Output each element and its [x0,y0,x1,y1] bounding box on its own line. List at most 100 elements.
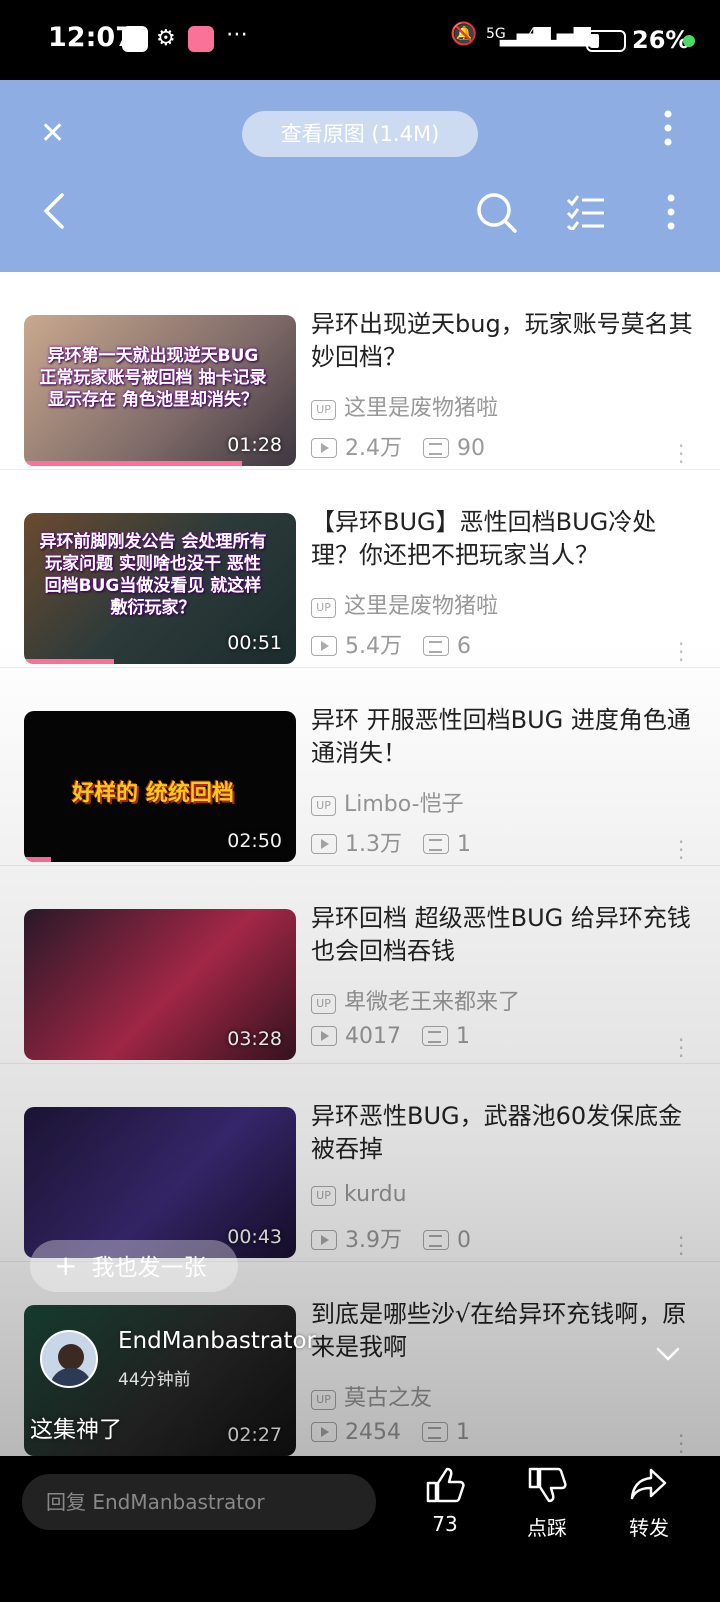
mute-icon: 🔕 [450,22,478,47]
item-more-icon[interactable]: · · · [678,1426,684,1456]
video-stats: 4017 1 [311,1024,470,1049]
up-badge-icon: UP [311,400,336,420]
close-icon[interactable]: ✕ [40,116,65,151]
danmaku-icon [421,1422,448,1442]
video-duration: 03:28 [227,1028,282,1050]
battery-level: 26% [632,26,690,54]
top-bar: ✕ [0,80,720,272]
thumbnail-caption: 异环第一天就出现逆天BUG 正常玩家账号被回档 抽卡记录显示存在 角色池里却消失… [39,346,267,410]
item-more-icon[interactable]: · · · [678,1228,684,1264]
search-icon[interactable] [476,192,518,238]
uploader[interactable]: UP Limbo-恺子 [311,786,464,818]
status-bar: 12:07 ⚙ ⋯ 🔕 5G ▂▄▆ 4G ▂▄▆ 26% [0,0,720,80]
video-title[interactable]: 异环出现逆天bug，玩家账号莫名其妙回档？ [311,308,701,374]
play-count-icon [311,438,337,458]
play-count-icon [311,834,337,854]
video-title[interactable]: 异环回档 超级恶性BUG 给异环充钱也会回档吞钱 [311,902,701,968]
watch-progress [24,659,114,664]
video-thumbnail[interactable]: 03:28 [24,909,296,1060]
uploader[interactable]: UP 莫古之友 [311,1380,432,1412]
uploader[interactable]: UP kurdu [311,1182,407,1207]
view-count: 4017 [345,1024,401,1049]
video-duration: 00:51 [227,632,282,654]
video-stats: 5.4万 6 [311,628,471,660]
danmaku-count: 1 [455,1024,470,1049]
item-more-icon[interactable]: · · · [678,832,684,868]
thumbs-up-icon [400,1466,490,1508]
item-more-icon[interactable]: · · · [678,436,684,472]
like-count: 73 [432,1512,458,1536]
view-count: 1.3万 [345,832,402,857]
video-item[interactable]: 03:28 异环回档 超级恶性BUG 给异环充钱也会回档吞钱 UP 卑微老王来都来… [0,866,720,1066]
privacy-dot-icon [683,35,695,47]
video-stats: 1.3万 1 [311,826,471,858]
play-count-icon [311,1230,337,1250]
poster-username[interactable]: EndManbastrator [118,1328,316,1354]
dislike-label: 点踩 [527,1516,567,1540]
video-thumbnail[interactable]: 异环第一天就出现逆天BUG 正常玩家账号被回档 抽卡记录显示存在 角色池里却消失… [24,315,296,466]
view-count: 2454 [345,1420,401,1445]
chevron-down-icon[interactable] [656,1346,680,1370]
video-thumbnail[interactable]: 好样的 统统回档 02:50 [24,711,296,862]
uploader-name: kurdu [344,1182,407,1207]
bilibili-icon [188,26,214,52]
watch-progress [24,857,52,862]
share-icon [604,1466,694,1508]
thumbnail-caption: 异环前脚刚发公告 会处理所有玩家问题 实则啥也没干 恶性回档BUG当做没看见 就… [39,532,267,618]
video-stats: 3.9万 0 [311,1222,471,1254]
video-duration: 00:43 [227,1226,282,1248]
share-button[interactable]: 转发 [604,1466,694,1541]
thumbnail-caption: 好样的 统统回档 [72,781,234,806]
video-duration: 01:28 [227,434,282,456]
share-label: 转发 [629,1516,669,1540]
danmaku-count: 90 [456,436,485,461]
video-title[interactable]: 【异环BUG】恶性回档BUG冷处理？你还把不把玩家当人？ [311,506,701,572]
video-duration: 02:27 [227,1424,282,1446]
avatar[interactable] [40,1330,98,1388]
uploader[interactable]: UP 卑微老王来都来了 [311,984,520,1016]
watch-progress [24,461,242,466]
view-count: 3.9万 [345,1228,402,1253]
video-title[interactable]: 异环恶性BUG，武器池60发保底金被吞掉 [311,1100,701,1166]
dislike-button[interactable]: 点踩 [502,1466,592,1541]
danmaku-icon [422,636,449,656]
plus-icon: + [54,1249,78,1282]
uploader-name: 卑微老王来都来了 [344,990,521,1015]
more-menu-icon[interactable] [664,110,672,150]
post-time: 44分钟前 [118,1370,191,1390]
video-thumbnail[interactable]: 00:43 [24,1107,296,1258]
video-title[interactable]: 异环 开服恶性回档BUG 进度角色通通消失！ [311,704,701,770]
danmaku-icon [422,1230,449,1250]
video-item[interactable]: 好样的 统统回档 02:50 异环 开服恶性回档BUG 进度角色通通消失！ UP… [0,668,720,868]
danmaku-count: 1 [456,832,471,857]
post-also-label: 我也发一张 [91,1255,207,1281]
danmaku-count: 0 [456,1228,471,1253]
video-item[interactable]: 异环第一天就出现逆天BUG 正常玩家账号被回档 抽卡记录显示存在 角色池里却消失… [0,272,720,472]
danmaku-icon [422,834,449,854]
back-icon[interactable] [42,192,66,234]
checklist-icon[interactable] [566,194,606,234]
danmaku-count: 1 [455,1420,470,1445]
uploader[interactable]: UP 这里是废物猪啦 [311,588,498,620]
settings-icon: ⚙ [156,26,176,51]
qq-icon [122,26,148,52]
video-title[interactable]: 到底是哪些沙√在给异环充钱啊，原来是我啊 [311,1298,701,1364]
uploader-name: 莫古之友 [344,1386,433,1411]
uploader-name: 这里是废物猪啦 [344,396,499,421]
view-original-button[interactable]: 查看原图 (1.4M) [242,111,478,157]
item-more-icon[interactable]: · · · [678,1030,684,1066]
uploader-name: 这里是废物猪啦 [344,594,499,619]
options-icon[interactable] [667,194,675,234]
reply-input[interactable]: 回复 EndManbastrator [22,1474,376,1530]
video-item[interactable]: 00:43 异环恶性BUG，武器池60发保底金被吞掉 UP kurdu 3.9万 … [0,1064,720,1264]
video-item[interactable]: 异环前脚刚发公告 会处理所有玩家问题 实则啥也没干 恶性回档BUG当做没看见 就… [0,470,720,670]
post-comment: 这集神了 [30,1417,122,1443]
play-count-icon [311,1422,337,1442]
post-also-button[interactable]: + 我也发一张 [30,1240,238,1292]
item-more-icon[interactable]: · · · [678,634,684,670]
video-thumbnail[interactable]: 异环前脚刚发公告 会处理所有玩家问题 实则啥也没干 恶性回档BUG当做没看见 就… [24,513,296,664]
up-badge-icon: UP [311,994,336,1014]
like-button[interactable]: 73 [400,1466,490,1536]
bottom-action-bar: 回复 EndManbastrator 73 点踩 转发 [0,1456,720,1602]
uploader[interactable]: UP 这里是废物猪啦 [311,390,498,422]
